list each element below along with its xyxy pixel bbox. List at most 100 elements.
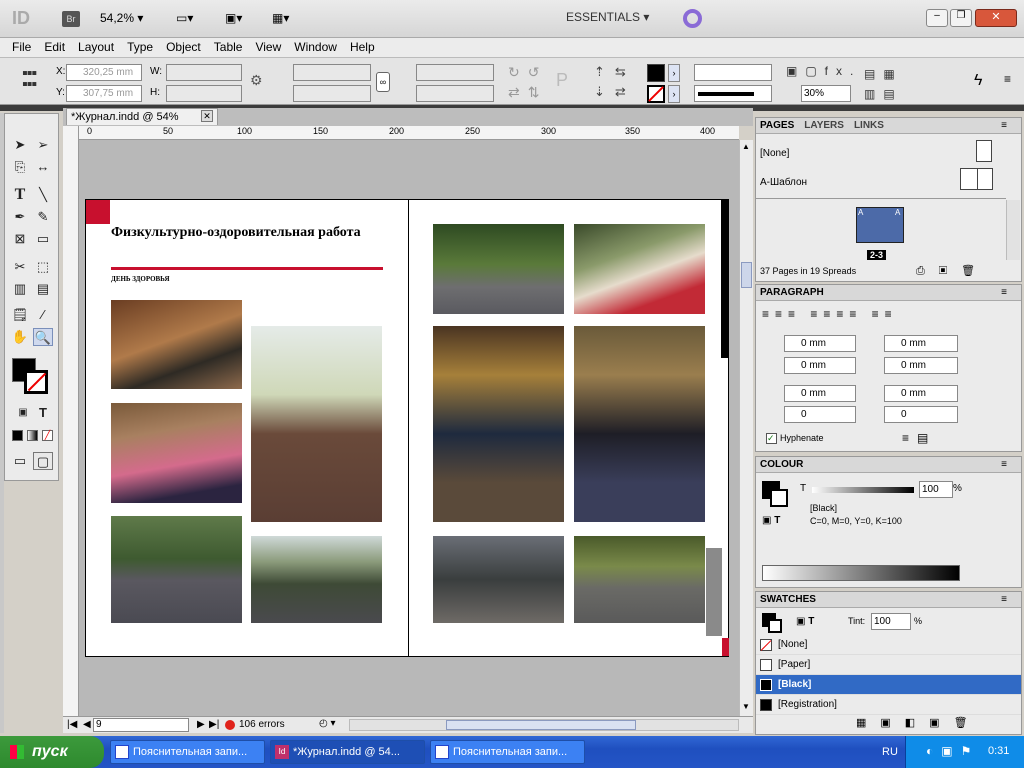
eyedropper-tool-icon[interactable]: ⁄ <box>33 306 53 324</box>
hand-tool-icon[interactable]: ✋ <box>10 328 30 346</box>
next-page-icon[interactable]: ▶ <box>197 719 205 730</box>
alignment-buttons[interactable]: ≡≡≡ ≡≡≡≡ ≡≡ <box>762 307 898 321</box>
select-container-icons[interactable]: ⇡⇆ <box>594 64 636 80</box>
master-none-thumb[interactable] <box>976 140 992 162</box>
free-transform-tool-icon[interactable]: ⬚ <box>33 258 53 276</box>
photo-pushup-track[interactable] <box>433 536 564 623</box>
language-indicator[interactable]: RU <box>882 746 898 758</box>
menu-help[interactable]: Help <box>344 38 382 54</box>
colour-stroke-icon[interactable] <box>770 489 788 507</box>
stroke-color-icon[interactable] <box>24 370 48 394</box>
photo-running-lake[interactable] <box>251 326 382 522</box>
scissors-tool-icon[interactable]: ✂ <box>10 258 30 276</box>
select-content-icons[interactable]: ⇣⇄ <box>594 84 636 100</box>
scale-y-field[interactable] <box>293 85 371 102</box>
panel-menu-icon[interactable]: ≡ <box>1001 592 1007 607</box>
page-footer-icons[interactable]: ⎙▣🗑 <box>916 264 989 278</box>
swatch-tint-field[interactable]: 100 <box>871 613 911 630</box>
scroll-up-icon[interactable]: ▲ <box>742 142 750 151</box>
photo-pullup-girl[interactable] <box>574 326 705 522</box>
panel-menu-icon[interactable]: ≡ <box>1001 118 1007 133</box>
effects-icons[interactable]: ▣▢fx. <box>786 64 861 78</box>
arrange-documents-icon[interactable]: ▦▾ <box>272 11 304 25</box>
scroll-thumb[interactable] <box>741 262 752 288</box>
fill-arrow-icon[interactable]: › <box>668 64 680 82</box>
minimize-button[interactable]: – <box>926 9 948 27</box>
text-wrap-icons[interactable]: ▤▦ ▥▤ <box>864 64 903 104</box>
close-tab-icon[interactable]: ✕ <box>201 110 213 122</box>
restore-button[interactable]: ❐ <box>950 9 972 27</box>
swatch-format-icon[interactable]: ▣ T <box>796 616 814 627</box>
menu-window[interactable]: Window <box>288 38 344 54</box>
menu-edit[interactable]: Edit <box>38 38 72 54</box>
taskbar-button-doc1[interactable]: Пояснительная запи... <box>110 740 265 764</box>
flip-icons[interactable]: ⇄⇅ <box>508 84 547 101</box>
tab-paragraph[interactable]: PARAGRAPH <box>760 287 824 298</box>
hyphenate-checkbox[interactable]: ✓ <box>766 433 777 444</box>
tab-pages[interactable]: PAGES <box>760 120 794 131</box>
swatch-black[interactable]: [Black] <box>756 675 1021 695</box>
tab-colour[interactable]: COLOUR <box>760 459 803 470</box>
tint-slider[interactable] <box>812 487 914 493</box>
container-format-icon[interactable]: ▣ T <box>762 515 780 526</box>
quick-apply-icon[interactable]: ϟ <box>974 72 982 90</box>
taskbar-button-doc2[interactable]: Пояснительная запи... <box>430 740 585 764</box>
formatting-container-icon[interactable]: ▣ <box>13 404 33 422</box>
menu-file[interactable]: File <box>6 38 38 54</box>
gradient-feather-tool-icon[interactable]: ▤ <box>33 280 53 298</box>
panel-menu-icon[interactable]: ≡ <box>1004 72 1011 86</box>
photo-pullup-boy[interactable] <box>433 326 564 522</box>
reference-point-icon[interactable]: ▪▪▪ ▪▪▪ <box>22 66 44 93</box>
first-line-indent-field[interactable]: 0 mm <box>784 357 856 374</box>
pencil-tool-icon[interactable]: ✎ <box>33 208 53 226</box>
master-none[interactable]: [None] <box>760 148 789 159</box>
baseline-grid-icons[interactable]: ≡▤ <box>902 431 936 445</box>
x-position-field[interactable]: 320,25 mm <box>66 64 142 81</box>
photo-situps-mats[interactable] <box>111 403 242 503</box>
apply-gradient-icon[interactable] <box>27 430 38 441</box>
apply-color-icon[interactable] <box>12 430 23 441</box>
normal-view-icon[interactable]: ▭ <box>10 452 30 470</box>
fill-swatch[interactable] <box>647 64 665 82</box>
start-button[interactable]: пуск <box>0 736 104 768</box>
space-after-field[interactable]: 0 mm <box>884 385 958 402</box>
panel-menu-icon[interactable]: ≡ <box>1001 457 1007 472</box>
type-tool-icon[interactable]: T <box>10 186 30 204</box>
shear-field[interactable] <box>416 85 494 102</box>
tab-swatches[interactable]: SWATCHES <box>760 594 816 605</box>
rectangle-frame-tool-icon[interactable]: ⊠ <box>10 230 30 248</box>
direct-selection-tool-icon[interactable]: ➢ <box>33 136 53 154</box>
swatch-registration[interactable]: [Registration] <box>756 695 1021 715</box>
master-a[interactable]: А-Шаблон <box>760 177 807 188</box>
zoom-dropdown[interactable]: 54,2% ▾ <box>100 11 152 25</box>
gap-tool-icon[interactable]: ↔ <box>33 158 53 176</box>
zoom-tool-icon[interactable]: 🔍 <box>33 328 53 346</box>
rectangle-tool-icon[interactable]: ▭ <box>33 230 53 248</box>
last-line-indent-field[interactable]: 0 mm <box>884 357 958 374</box>
height-field[interactable] <box>166 85 242 102</box>
menu-view[interactable]: View <box>249 38 288 54</box>
constrain-icon[interactable]: ⚙ <box>250 72 263 89</box>
last-page-icon[interactable]: ▶| <box>209 719 219 730</box>
photo-ball-throw[interactable] <box>574 536 705 623</box>
rotation-field[interactable] <box>416 64 494 81</box>
close-button[interactable]: ✕ <box>975 9 1017 27</box>
scale-x-field[interactable] <box>293 64 371 81</box>
open-page-icon[interactable]: ◴ ▾ <box>319 718 336 729</box>
photo-pushups-floor[interactable] <box>111 300 242 389</box>
swatch-paper[interactable]: [Paper] <box>756 655 1021 675</box>
stroke-swatch[interactable] <box>647 85 665 103</box>
menu-type[interactable]: Type <box>121 38 160 54</box>
photo-group-start[interactable] <box>111 516 242 623</box>
link-icon[interactable]: ∞ <box>376 72 390 92</box>
master-a-thumb[interactable] <box>960 168 993 190</box>
right-indent-field[interactable]: 0 mm <box>884 335 958 352</box>
preview-mode-icon[interactable]: ▢ <box>33 452 53 470</box>
cs-live-icon[interactable] <box>683 9 702 28</box>
stroke-weight-field[interactable] <box>694 64 772 81</box>
scroll-down-icon[interactable]: ▼ <box>742 702 750 711</box>
apply-none-icon[interactable]: ╱ <box>42 430 53 441</box>
tint-field[interactable]: 100 <box>919 481 953 498</box>
page-tool-icon[interactable]: ⎘ <box>10 158 30 176</box>
width-field[interactable] <box>166 64 242 81</box>
